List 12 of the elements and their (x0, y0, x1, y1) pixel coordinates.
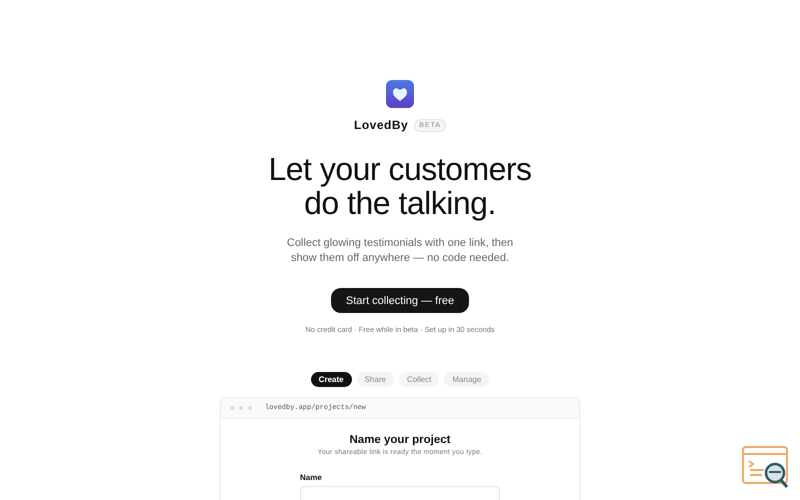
step-tab[interactable]: Share (356, 372, 394, 387)
subtitle: Collect glowing testimonials with one link, then show them off anywhere — no code needed. (286, 236, 514, 266)
step-tab[interactable]: Manage (444, 372, 490, 387)
form-title: Name your project (350, 434, 450, 446)
headline: Let your customers do the talking. (268, 152, 532, 220)
field-label: Name (300, 473, 323, 482)
logo-icon (386, 80, 414, 108)
brand-name: LovedBy (354, 118, 408, 132)
step-tab[interactable]: Collect (398, 372, 440, 387)
inspect-window-icon[interactable] (742, 446, 790, 490)
cta-button[interactable]: Start collecting — free (330, 288, 470, 313)
step-tab[interactable]: Create (310, 372, 352, 387)
